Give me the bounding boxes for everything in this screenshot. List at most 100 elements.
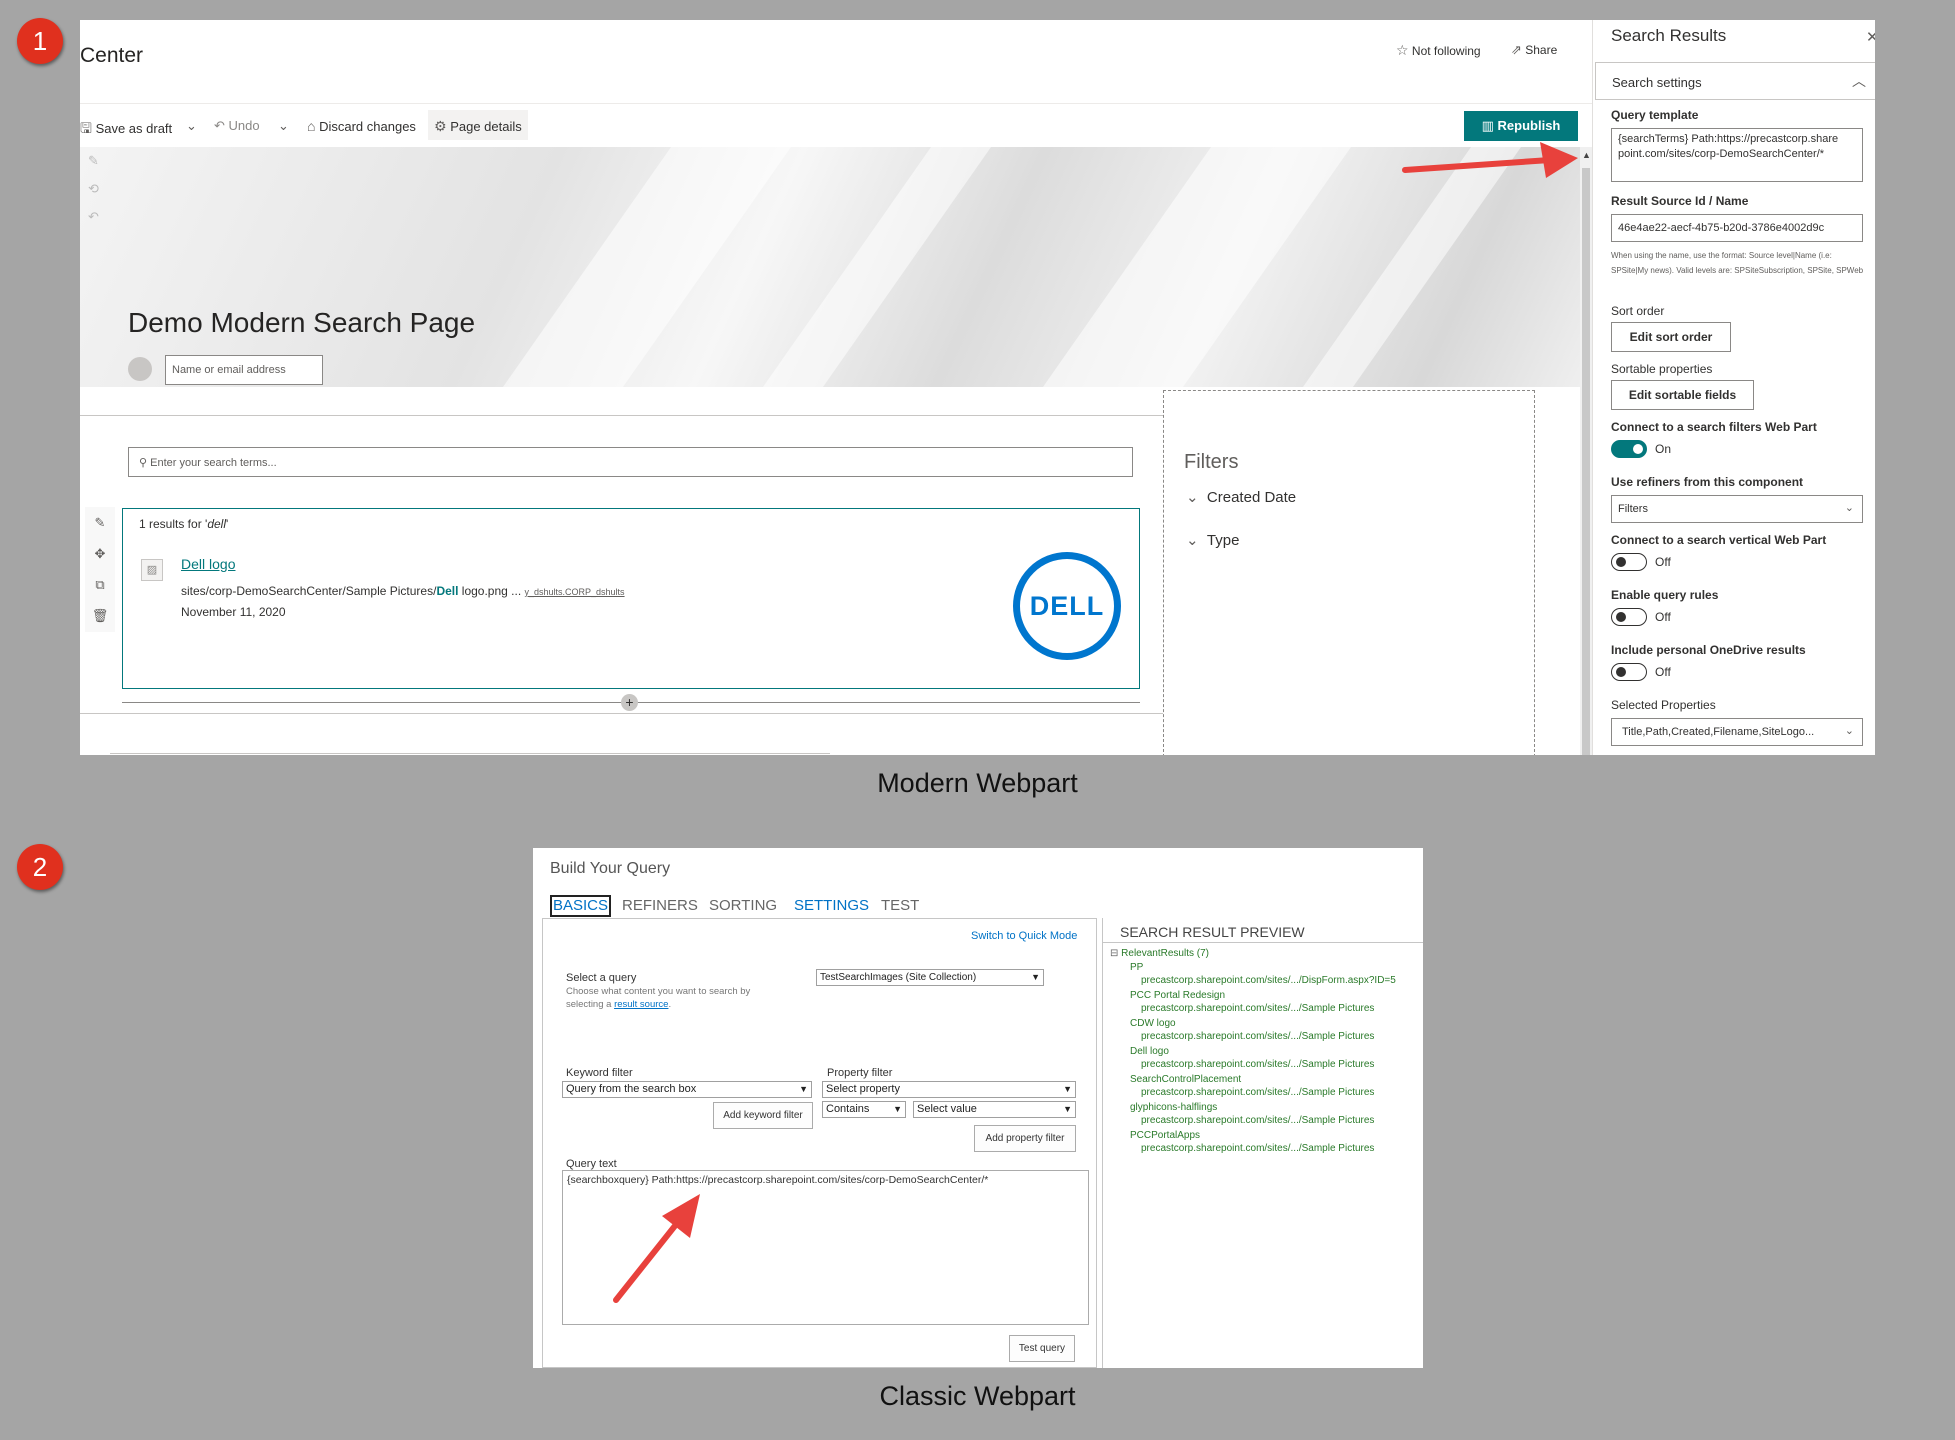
preview-title: SEARCH RESULT PREVIEW xyxy=(1120,924,1305,940)
move-icon[interactable]: ✥ xyxy=(85,538,115,569)
select-query-label: Select a query xyxy=(566,972,637,984)
property-filter-label: Property filter xyxy=(827,1067,893,1079)
keyword-filter-dropdown[interactable]: Query from the search box ▼ xyxy=(562,1081,812,1098)
tab-basics[interactable]: BASICS xyxy=(550,895,612,917)
search-results-webpart[interactable]: 1 results for 'dell' ▨ Dell logo sites/c… xyxy=(122,508,1140,689)
preview-result-title: PCC Portal Redesign xyxy=(1130,990,1226,1001)
filter-type[interactable]: ⌄ Type xyxy=(1186,531,1239,549)
chevron-down-icon: ⌄ xyxy=(1186,532,1199,549)
result-source-label: Result Source Id / Name xyxy=(1611,194,1749,208)
search-box[interactable]: ⚲ Enter your search terms... xyxy=(128,447,1133,477)
onedrive-label: Include personal OneDrive results xyxy=(1611,643,1806,657)
caption-classic: Classic Webpart xyxy=(879,1381,1076,1411)
edit-sort-order-button[interactable]: Edit sort order xyxy=(1611,322,1731,352)
image-file-icon: ▨ xyxy=(141,559,163,581)
tab-sorting[interactable]: SORTING xyxy=(709,897,777,914)
connect-filters-label: Connect to a search filters Web Part xyxy=(1611,420,1817,434)
use-refiners-label: Use refiners from this component xyxy=(1611,475,1804,489)
add-section-plus-icon[interactable]: + xyxy=(621,694,638,711)
selected-properties-dropdown[interactable]: Title,Path,Created,Filename,SiteLogo... … xyxy=(1611,718,1863,746)
republish-button[interactable]: ▥ Republish xyxy=(1464,111,1578,141)
results-count: 1 results for 'dell' xyxy=(139,517,229,531)
chevron-down-icon: ▼ xyxy=(799,1084,808,1094)
author-input[interactable]: Name or email address xyxy=(165,355,323,385)
tab-refiners[interactable]: REFINERS xyxy=(622,897,698,914)
scrollbar-thumb[interactable] xyxy=(1582,168,1590,755)
duplicate-icon[interactable]: ⧉ xyxy=(85,569,115,600)
preview-result-url: precastcorp.sharepoint.com/sites/.../Sam… xyxy=(1141,1003,1375,1014)
preview-panel: SEARCH RESULT PREVIEW ⊟ RelevantResults … xyxy=(1102,918,1423,1368)
relevant-results-node[interactable]: ⊟ RelevantResults (7) xyxy=(1110,948,1209,959)
tab-settings[interactable]: SETTINGS xyxy=(794,897,869,914)
select-query-help: Choose what content you want to search b… xyxy=(566,986,751,1010)
chevron-down-icon: ⌄ xyxy=(1844,502,1854,514)
search-settings-group-header[interactable]: Search settings ︿ xyxy=(1595,62,1875,100)
chevron-up-icon: ︿ xyxy=(1852,73,1866,89)
select-value-dropdown[interactable]: Select value ▼ xyxy=(913,1101,1076,1118)
step-badge-1: 1 xyxy=(17,18,63,64)
page-details-button[interactable]: ⚙ Page details xyxy=(428,110,528,140)
result-path: sites/corp-DemoSearchCenter/Sample Pictu… xyxy=(181,584,625,598)
chevron-down-icon: ▼ xyxy=(1031,972,1040,982)
query-text-label: Query text xyxy=(566,1158,617,1170)
pane-title: Search Results xyxy=(1611,26,1727,45)
chevron-down-icon: ▼ xyxy=(1063,1084,1072,1094)
query-template-textarea[interactable]: {searchTerms} Path:https://precastcorp.s… xyxy=(1611,128,1863,182)
result-author[interactable]: y_dshults.CORP_dshults xyxy=(525,587,625,597)
search-icon: ⚲ xyxy=(139,457,148,469)
query-rules-label: Enable query rules xyxy=(1611,588,1719,602)
undo-dropdown-chevron-icon[interactable]: ⌄ xyxy=(278,118,289,134)
preview-result-title: SearchControlPlacement xyxy=(1130,1074,1242,1085)
test-query-button[interactable]: Test query xyxy=(1009,1335,1075,1362)
preview-result-title: CDW logo xyxy=(1130,1018,1176,1029)
add-property-filter-button[interactable]: Add property filter xyxy=(974,1125,1076,1152)
preview-result-title: PCCPortalApps xyxy=(1130,1130,1201,1141)
preview-result-title: glyphicons-halflings xyxy=(1130,1102,1218,1113)
sort-order-label: Sort order xyxy=(1611,304,1665,318)
tab-test[interactable]: TEST xyxy=(881,897,919,914)
star-icon: ☆ xyxy=(1396,42,1409,58)
connect-vertical-state: Off xyxy=(1655,555,1671,569)
switch-quick-mode-link[interactable]: Switch to Quick Mode xyxy=(971,930,1077,942)
onedrive-toggle[interactable] xyxy=(1611,663,1647,681)
footer-divider xyxy=(110,753,830,754)
select-property-dropdown[interactable]: Select property ▼ xyxy=(822,1081,1076,1098)
undo-button[interactable]: ↶ Undo xyxy=(214,118,260,134)
dialog-title: Build Your Query xyxy=(550,860,671,877)
query-rules-toggle[interactable] xyxy=(1611,608,1647,626)
edit-icon[interactable]: ✎ xyxy=(85,507,115,538)
edit-sortable-fields-button[interactable]: Edit sortable fields xyxy=(1611,380,1754,410)
result-source-input[interactable]: 46e4ae22-aecf-4b75-b20d-3786e4002d9c xyxy=(1611,214,1863,242)
dell-logo: DELL xyxy=(1013,552,1121,660)
page-header-banner: ✎ ⟲ ↶ Demo Modern Search Page Name or emai… xyxy=(80,147,1580,387)
delete-icon[interactable]: 🗑 xyxy=(85,600,115,631)
chevron-down-icon: ▼ xyxy=(893,1104,902,1114)
select-query-dropdown[interactable]: TestSearchImages (Site Collection) ▼ xyxy=(816,969,1044,986)
site-title: Center xyxy=(80,44,144,67)
red-annotation-arrow-classic xyxy=(613,1194,700,1303)
result-source-link[interactable]: result source xyxy=(614,999,668,1010)
add-keyword-filter-button[interactable]: Add keyword filter xyxy=(713,1102,813,1129)
webpart-toolbar: ✎ ✥ ⧉ 🗑 xyxy=(85,507,115,632)
collapse-icon: ⊟ xyxy=(1110,948,1119,959)
chevron-down-icon: ▼ xyxy=(1063,1104,1072,1114)
save-dropdown-chevron-icon[interactable]: ⌄ xyxy=(186,118,197,134)
banner-edit-tools: ✎ ⟲ ↶ xyxy=(88,153,99,224)
result-title-link[interactable]: Dell logo xyxy=(181,556,235,572)
preview-result-url: precastcorp.sharepoint.com/sites/.../Sam… xyxy=(1141,1031,1375,1042)
save-draft-button[interactable]: 🖫 Save as draft xyxy=(80,118,172,142)
discard-changes-button[interactable]: ⌂ Discard changes xyxy=(307,118,416,134)
operator-dropdown[interactable]: Contains ▼ xyxy=(822,1101,906,1118)
query-rules-state: Off xyxy=(1655,610,1671,624)
close-icon[interactable]: ✕ xyxy=(1866,28,1875,46)
use-refiners-dropdown[interactable]: Filters ⌄ xyxy=(1611,495,1863,523)
connect-vertical-toggle[interactable] xyxy=(1611,553,1647,571)
share-button[interactable]: ⇗ Share xyxy=(1511,42,1557,58)
connect-filters-toggle[interactable] xyxy=(1611,440,1647,458)
author-avatar-icon xyxy=(128,357,152,381)
follow-button[interactable]: ☆ Not following xyxy=(1396,42,1481,59)
site-header: Center ☆ Not following ⇗ Share xyxy=(80,20,1592,104)
discard-icon: ⌂ xyxy=(307,118,316,134)
filter-created-date[interactable]: ⌄ Created Date xyxy=(1186,488,1296,506)
preview-result-url: precastcorp.sharepoint.com/sites/.../Sam… xyxy=(1141,1059,1375,1070)
